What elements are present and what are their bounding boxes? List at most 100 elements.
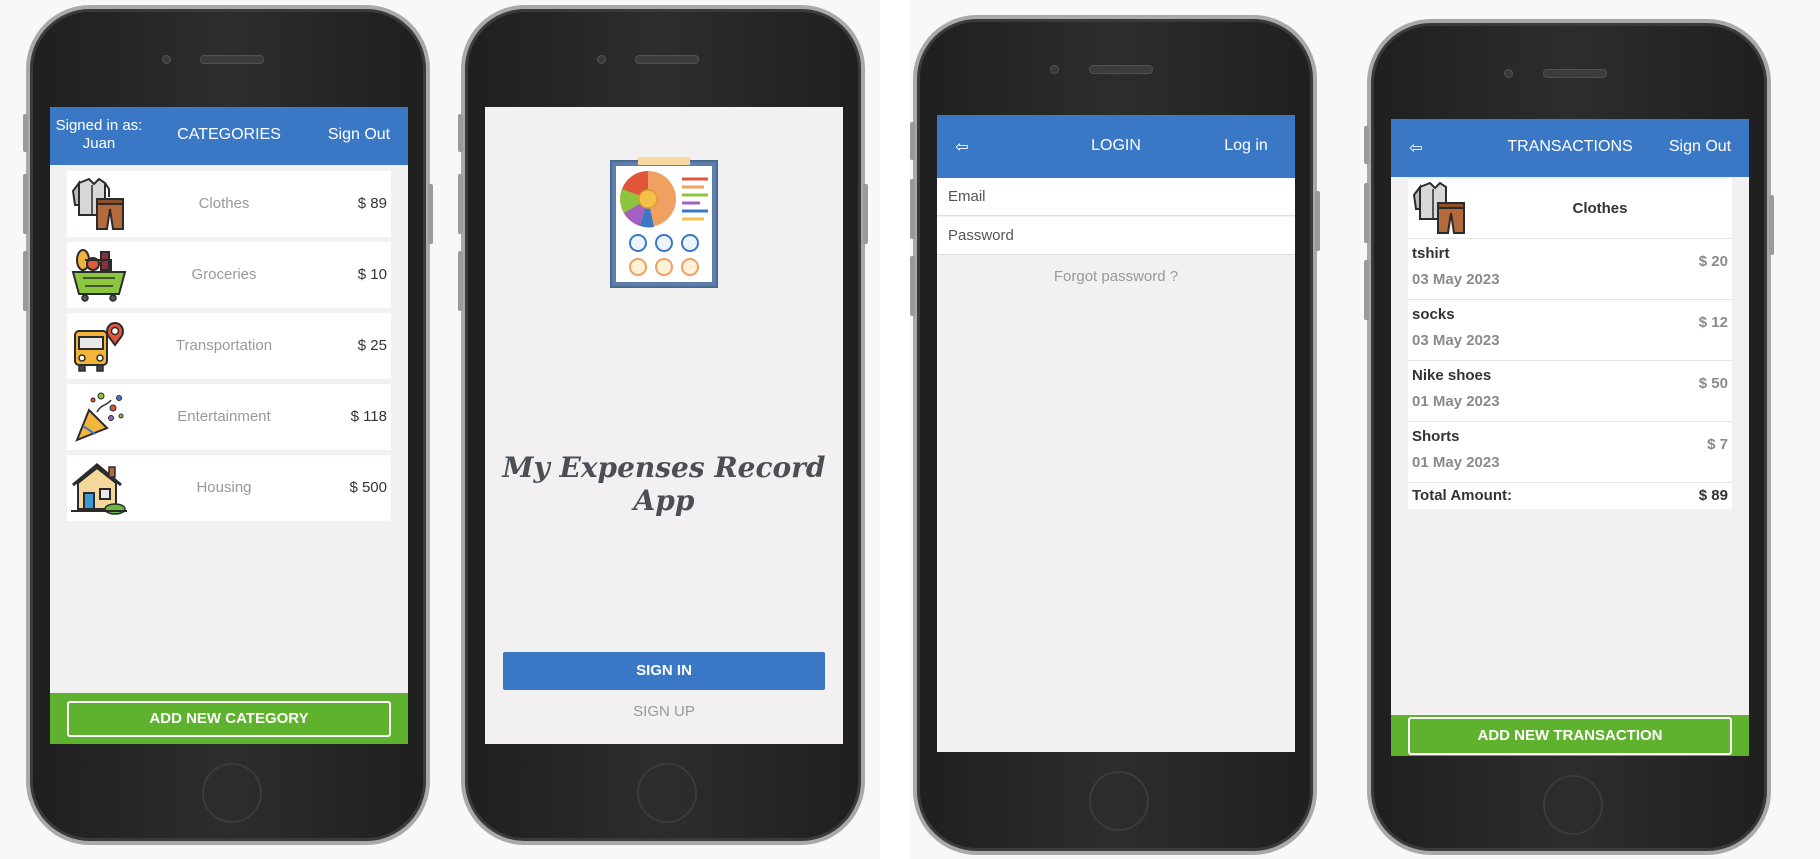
transaction-row[interactable]: tshirt 03 May 2023 $ 20 <box>1408 239 1732 300</box>
transaction-amount: $ 12 <box>1698 314 1728 331</box>
transactions-footer: ADD NEW TRANSACTION <box>1391 715 1749 756</box>
volume-down-button <box>23 251 28 311</box>
category-item-transportation[interactable]: Transportation $ 25 <box>67 313 391 379</box>
phone-login: ⇦ LOGIN Log in Forgot password ? <box>910 15 1320 855</box>
home-button[interactable] <box>637 763 697 823</box>
signed-in-label: Signed in as: Juan <box>55 117 143 152</box>
volume-up-button <box>23 174 28 234</box>
category-title: Clothes <box>1572 200 1628 217</box>
volume-up-button <box>1364 183 1369 243</box>
volume-up-button <box>458 174 463 234</box>
front-camera <box>162 55 171 64</box>
transactions-header: ⇦ TRANSACTIONS Sign Out <box>1391 119 1749 177</box>
earpiece-speaker <box>1089 65 1153 74</box>
transaction-date: 03 May 2023 <box>1412 271 1500 288</box>
volume-up-button <box>910 179 915 239</box>
home-button[interactable] <box>1089 771 1149 831</box>
volume-down-button <box>910 256 915 316</box>
transaction-row[interactable]: Shorts 01 May 2023 $ 7 <box>1408 422 1732 483</box>
password-input[interactable] <box>937 217 1295 254</box>
volume-down-button <box>1364 260 1369 320</box>
power-button <box>1315 191 1320 251</box>
total-row: Total Amount: $ 89 <box>1408 483 1732 509</box>
log-in-button[interactable]: Log in <box>1197 137 1295 155</box>
page-title: LOGIN <box>1091 137 1141 154</box>
transaction-name: Shorts <box>1412 428 1460 445</box>
groceries-icon <box>71 249 127 302</box>
login-screen: ⇦ LOGIN Log in Forgot password ? <box>937 115 1295 752</box>
front-camera <box>1050 65 1059 74</box>
phone-splash: My Expenses Record App SIGN IN SIGN UP <box>458 5 868 845</box>
volume-down-button <box>458 251 463 311</box>
clothes-icon <box>71 177 124 230</box>
power-button <box>1769 195 1774 255</box>
home-button[interactable] <box>202 763 262 823</box>
earpiece-speaker <box>635 55 699 64</box>
category-name: Clothes <box>198 195 250 212</box>
mute-switch <box>1364 126 1369 164</box>
password-field[interactable] <box>937 217 1295 255</box>
category-name: Housing <box>196 479 252 496</box>
category-item-groceries[interactable]: Groceries $ 10 <box>67 242 391 308</box>
page-title: TRANSACTIONS <box>1507 138 1633 155</box>
category-amount: $ 500 <box>349 479 387 496</box>
earpiece-speaker <box>200 55 264 64</box>
add-transaction-button[interactable]: ADD NEW TRANSACTION <box>1408 717 1732 755</box>
category-name: Transportation <box>175 337 273 354</box>
front-camera <box>597 55 606 64</box>
category-item-entertainment[interactable]: Entertainment $ 118 <box>67 384 391 450</box>
total-label: Total Amount: <box>1412 487 1512 504</box>
back-arrow-icon[interactable]: ⇦ <box>937 137 987 157</box>
power-button <box>863 184 868 244</box>
page-title: CATEGORIES <box>177 126 281 143</box>
transaction-name: Nike shoes <box>1412 367 1492 384</box>
category-name: Groceries <box>191 266 257 283</box>
phone-transactions: ⇦ TRANSACTIONS Sign Out Clothes tshirt 0… <box>1364 19 1774 855</box>
clothes-icon <box>1412 181 1465 234</box>
sign-out-button[interactable]: Sign Out <box>1651 138 1749 156</box>
power-button <box>428 184 433 244</box>
transaction-date: 01 May 2023 <box>1412 393 1500 410</box>
category-item-clothes[interactable]: Clothes $ 89 <box>67 171 391 237</box>
email-field[interactable] <box>937 178 1295 216</box>
sign-in-button[interactable]: SIGN IN <box>503 652 825 690</box>
transaction-name: socks <box>1412 306 1455 323</box>
email-input[interactable] <box>937 178 1295 215</box>
categories-header: Signed in as: Juan CATEGORIES Sign Out <box>50 107 408 165</box>
mute-switch <box>23 114 28 152</box>
category-item-housing[interactable]: Housing $ 500 <box>67 455 391 521</box>
transaction-row[interactable]: socks 03 May 2023 $ 12 <box>1408 300 1732 361</box>
forgot-password-link[interactable]: Forgot password ? <box>937 268 1295 285</box>
expense-report-icon <box>610 157 718 288</box>
back-arrow-icon[interactable]: ⇦ <box>1391 138 1441 158</box>
transaction-name: tshirt <box>1412 245 1450 262</box>
sign-up-link[interactable]: SIGN UP <box>485 703 843 720</box>
phone-categories: Signed in as: Juan CATEGORIES Sign Out C… <box>23 5 433 845</box>
categories-screen: Signed in as: Juan CATEGORIES Sign Out C… <box>50 107 408 744</box>
mute-switch <box>458 114 463 152</box>
category-amount: $ 89 <box>357 195 387 212</box>
category-amount: $ 10 <box>357 266 387 283</box>
splash-screen: My Expenses Record App SIGN IN SIGN UP <box>485 107 843 744</box>
transaction-date: 03 May 2023 <box>1412 332 1500 349</box>
earpiece-speaker <box>1543 69 1607 78</box>
transaction-row[interactable]: Nike shoes 01 May 2023 $ 50 <box>1408 361 1732 422</box>
transaction-date: 01 May 2023 <box>1412 454 1500 471</box>
add-category-button[interactable]: ADD NEW CATEGORY <box>67 701 391 737</box>
house-icon <box>71 463 127 515</box>
transaction-amount: $ 50 <box>1698 375 1728 392</box>
category-amount: $ 25 <box>357 337 387 354</box>
category-name: Entertainment <box>177 408 271 425</box>
party-popper-icon <box>75 392 124 442</box>
sign-out-button[interactable]: Sign Out <box>310 126 408 144</box>
login-header: ⇦ LOGIN Log in <box>937 115 1295 178</box>
home-button[interactable] <box>1543 775 1603 835</box>
bus-icon <box>74 321 124 372</box>
categories-footer: ADD NEW CATEGORY <box>50 693 408 744</box>
category-amount: $ 118 <box>350 408 387 425</box>
transaction-amount: $ 7 <box>1707 436 1728 453</box>
transaction-amount: $ 20 <box>1698 253 1728 270</box>
mute-switch <box>910 122 915 160</box>
front-camera <box>1504 69 1513 78</box>
app-title: My Expenses Record App <box>502 451 826 517</box>
